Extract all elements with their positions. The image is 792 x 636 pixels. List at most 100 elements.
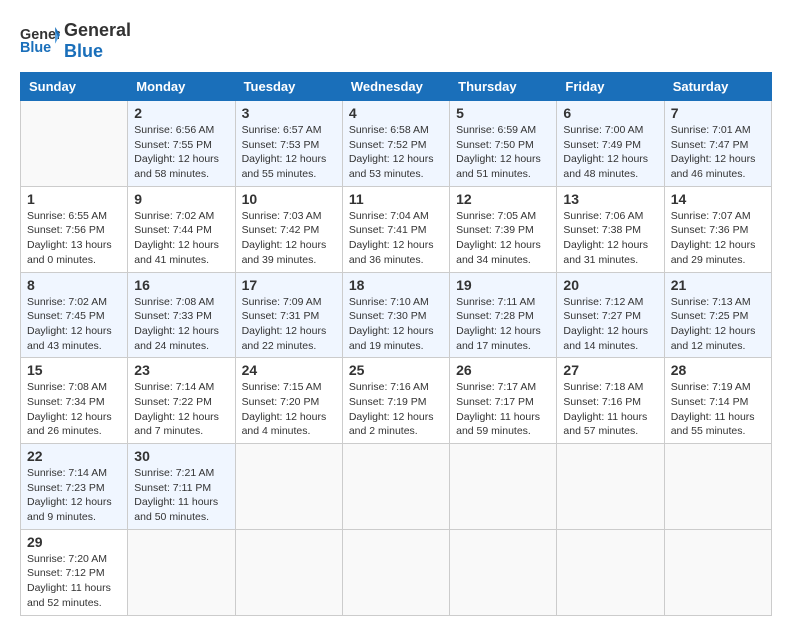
sunset-text: Sunset: 7:30 PM [349,309,443,324]
col-sunday: Sunday [21,73,128,101]
daylight-text: Daylight: 12 hours and 34 minutes. [456,238,550,267]
day-info: Sunrise: 7:03 AM Sunset: 7:42 PM Dayligh… [242,209,336,268]
day-info: Sunrise: 7:17 AM Sunset: 7:17 PM Dayligh… [456,380,550,439]
logo-blue: Blue [64,41,131,62]
sunrise-text: Sunrise: 7:05 AM [456,209,550,224]
day-info: Sunrise: 7:05 AM Sunset: 7:39 PM Dayligh… [456,209,550,268]
sunset-text: Sunset: 7:28 PM [456,309,550,324]
logo-general: General [64,20,131,41]
sunset-text: Sunset: 7:50 PM [456,138,550,153]
calendar-cell [450,444,557,530]
sunset-text: Sunset: 7:16 PM [563,395,657,410]
daylight-text: Daylight: 12 hours and 9 minutes. [27,495,121,524]
daylight-text: Daylight: 12 hours and 29 minutes. [671,238,765,267]
day-info: Sunrise: 7:08 AM Sunset: 7:34 PM Dayligh… [27,380,121,439]
sunset-text: Sunset: 7:27 PM [563,309,657,324]
sunrise-text: Sunrise: 7:14 AM [27,466,121,481]
sunset-text: Sunset: 7:31 PM [242,309,336,324]
calendar-cell: 24 Sunrise: 7:15 AM Sunset: 7:20 PM Dayl… [235,358,342,444]
daylight-text: Daylight: 12 hours and 19 minutes. [349,324,443,353]
day-number: 23 [134,362,228,378]
day-info: Sunrise: 7:06 AM Sunset: 7:38 PM Dayligh… [563,209,657,268]
day-number: 15 [27,362,121,378]
sunset-text: Sunset: 7:25 PM [671,309,765,324]
daylight-text: Daylight: 12 hours and 41 minutes. [134,238,228,267]
sunset-text: Sunset: 7:44 PM [134,223,228,238]
sunrise-text: Sunrise: 7:07 AM [671,209,765,224]
day-info: Sunrise: 7:00 AM Sunset: 7:49 PM Dayligh… [563,123,657,182]
day-number: 14 [671,191,765,207]
daylight-text: Daylight: 12 hours and 55 minutes. [242,152,336,181]
calendar-cell: 13 Sunrise: 7:06 AM Sunset: 7:38 PM Dayl… [557,186,664,272]
calendar-cell [557,529,664,615]
daylight-text: Daylight: 12 hours and 39 minutes. [242,238,336,267]
sunset-text: Sunset: 7:17 PM [456,395,550,410]
sunrise-text: Sunrise: 6:56 AM [134,123,228,138]
calendar-row: 1 Sunrise: 6:55 AM Sunset: 7:56 PM Dayli… [21,186,772,272]
col-wednesday: Wednesday [342,73,449,101]
sunset-text: Sunset: 7:56 PM [27,223,121,238]
sunrise-text: Sunrise: 7:15 AM [242,380,336,395]
sunrise-text: Sunrise: 7:18 AM [563,380,657,395]
daylight-text: Daylight: 12 hours and 26 minutes. [27,410,121,439]
col-saturday: Saturday [664,73,771,101]
calendar-cell: 19 Sunrise: 7:11 AM Sunset: 7:28 PM Dayl… [450,272,557,358]
daylight-text: Daylight: 11 hours and 55 minutes. [671,410,765,439]
calendar-cell: 30 Sunrise: 7:21 AM Sunset: 7:11 PM Dayl… [128,444,235,530]
day-info: Sunrise: 7:08 AM Sunset: 7:33 PM Dayligh… [134,295,228,354]
svg-text:Blue: Blue [20,40,51,56]
sunrise-text: Sunrise: 7:21 AM [134,466,228,481]
day-number: 27 [563,362,657,378]
sunset-text: Sunset: 7:38 PM [563,223,657,238]
calendar-cell: 27 Sunrise: 7:18 AM Sunset: 7:16 PM Dayl… [557,358,664,444]
day-info: Sunrise: 7:07 AM Sunset: 7:36 PM Dayligh… [671,209,765,268]
day-number: 26 [456,362,550,378]
day-info: Sunrise: 7:21 AM Sunset: 7:11 PM Dayligh… [134,466,228,525]
sunrise-text: Sunrise: 7:00 AM [563,123,657,138]
daylight-text: Daylight: 12 hours and 7 minutes. [134,410,228,439]
daylight-text: Daylight: 12 hours and 24 minutes. [134,324,228,353]
day-info: Sunrise: 7:13 AM Sunset: 7:25 PM Dayligh… [671,295,765,354]
daylight-text: Daylight: 12 hours and 46 minutes. [671,152,765,181]
sunset-text: Sunset: 7:14 PM [671,395,765,410]
calendar-cell: 9 Sunrise: 7:02 AM Sunset: 7:44 PM Dayli… [128,186,235,272]
day-number: 29 [27,534,121,550]
day-info: Sunrise: 7:20 AM Sunset: 7:12 PM Dayligh… [27,552,121,611]
calendar-cell [235,444,342,530]
day-number: 1 [27,191,121,207]
day-info: Sunrise: 7:02 AM Sunset: 7:44 PM Dayligh… [134,209,228,268]
daylight-text: Daylight: 12 hours and 17 minutes. [456,324,550,353]
sunrise-text: Sunrise: 7:02 AM [134,209,228,224]
sunrise-text: Sunrise: 7:11 AM [456,295,550,310]
day-number: 18 [349,277,443,293]
daylight-text: Daylight: 12 hours and 53 minutes. [349,152,443,181]
calendar-cell: 8 Sunrise: 7:02 AM Sunset: 7:45 PM Dayli… [21,272,128,358]
day-info: Sunrise: 6:57 AM Sunset: 7:53 PM Dayligh… [242,123,336,182]
day-number: 17 [242,277,336,293]
sunrise-text: Sunrise: 7:20 AM [27,552,121,567]
daylight-text: Daylight: 11 hours and 50 minutes. [134,495,228,524]
sunrise-text: Sunrise: 7:19 AM [671,380,765,395]
calendar-cell: 4 Sunrise: 6:58 AM Sunset: 7:52 PM Dayli… [342,101,449,187]
day-info: Sunrise: 7:09 AM Sunset: 7:31 PM Dayligh… [242,295,336,354]
calendar-cell [128,529,235,615]
sunset-text: Sunset: 7:23 PM [27,481,121,496]
sunrise-text: Sunrise: 6:58 AM [349,123,443,138]
calendar-cell: 3 Sunrise: 6:57 AM Sunset: 7:53 PM Dayli… [235,101,342,187]
sunrise-text: Sunrise: 7:17 AM [456,380,550,395]
sunrise-text: Sunrise: 7:14 AM [134,380,228,395]
sunset-text: Sunset: 7:45 PM [27,309,121,324]
day-number: 6 [563,105,657,121]
col-thursday: Thursday [450,73,557,101]
sunrise-text: Sunrise: 6:57 AM [242,123,336,138]
day-number: 10 [242,191,336,207]
daylight-text: Daylight: 12 hours and 12 minutes. [671,324,765,353]
calendar-cell: 11 Sunrise: 7:04 AM Sunset: 7:41 PM Dayl… [342,186,449,272]
day-number: 7 [671,105,765,121]
daylight-text: Daylight: 12 hours and 58 minutes. [134,152,228,181]
calendar-cell: 29 Sunrise: 7:20 AM Sunset: 7:12 PM Dayl… [21,529,128,615]
sunrise-text: Sunrise: 7:09 AM [242,295,336,310]
sunset-text: Sunset: 7:11 PM [134,481,228,496]
day-number: 8 [27,277,121,293]
sunrise-text: Sunrise: 7:02 AM [27,295,121,310]
